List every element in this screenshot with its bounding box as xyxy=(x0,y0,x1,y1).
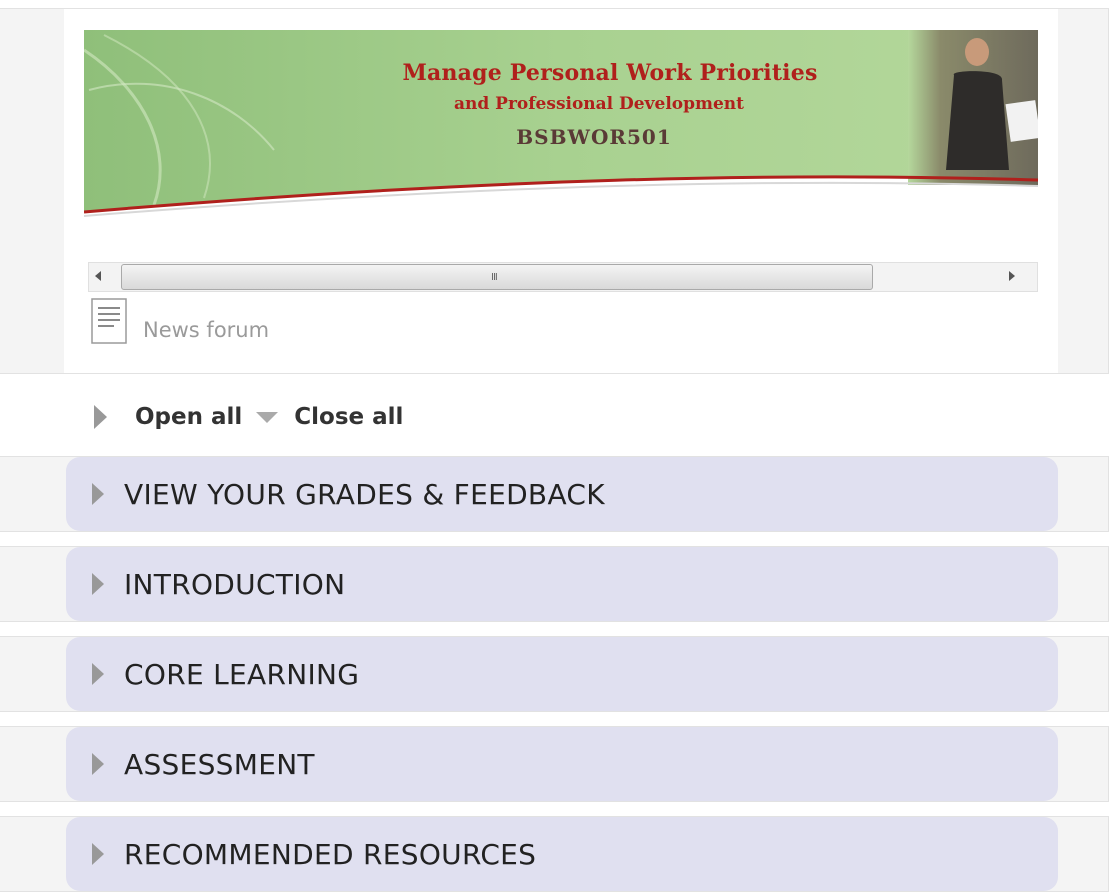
close-all-label: Close all xyxy=(294,404,404,430)
expand-arrow-icon xyxy=(92,573,104,595)
section-row: ASSESSMENT xyxy=(0,726,1109,802)
expand-arrow-icon xyxy=(94,405,107,429)
banner-title: Manage Personal Work Priorities xyxy=(402,60,818,86)
forum-document-icon xyxy=(91,298,127,344)
news-forum-link[interactable]: News forum xyxy=(91,298,269,346)
close-all-button[interactable]: Close all xyxy=(256,404,403,430)
section-title: CORE LEARNING xyxy=(124,657,360,691)
section-toggle[interactable]: RECOMMENDED RESOURCES xyxy=(66,817,1058,891)
banner-course-code: BSBWOR501 xyxy=(516,125,672,149)
expand-arrow-icon xyxy=(92,483,104,505)
section-row: CORE LEARNING xyxy=(0,636,1109,712)
section-row: VIEW YOUR GRADES & FEEDBACK xyxy=(0,456,1109,532)
open-all-label: Open all xyxy=(135,404,243,430)
scroll-left-arrow-icon[interactable] xyxy=(95,271,101,281)
expand-arrow-icon xyxy=(92,843,104,865)
scroll-right-arrow-icon[interactable] xyxy=(1009,271,1015,281)
section-title: ASSESSMENT xyxy=(124,747,315,781)
scrollbar-grip: III xyxy=(491,272,498,283)
expand-arrow-icon xyxy=(92,753,104,775)
section-toggle[interactable]: CORE LEARNING xyxy=(66,637,1058,711)
section-toggle[interactable]: ASSESSMENT xyxy=(66,727,1058,801)
news-forum-label: News forum xyxy=(143,318,270,342)
section-toggle[interactable]: INTRODUCTION xyxy=(66,547,1058,621)
section-title: INTRODUCTION xyxy=(124,567,346,601)
collapse-arrow-icon xyxy=(256,411,279,423)
expand-arrow-icon xyxy=(92,663,104,685)
section-toggles: Open all Close all xyxy=(94,400,403,434)
scrollbar-thumb[interactable]: III xyxy=(121,264,873,290)
open-all-button[interactable]: Open all xyxy=(94,404,242,430)
section-row: RECOMMENDED RESOURCES xyxy=(0,816,1109,892)
section-row: INTRODUCTION xyxy=(0,546,1109,622)
section-toggle[interactable]: VIEW YOUR GRADES & FEEDBACK xyxy=(66,457,1058,531)
banner-subtitle: and Professional Development xyxy=(453,94,745,114)
horizontal-scrollbar[interactable]: III xyxy=(88,262,1038,292)
section-title: RECOMMENDED RESOURCES xyxy=(124,837,537,871)
section-title: VIEW YOUR GRADES & FEEDBACK xyxy=(124,477,605,511)
course-banner: Manage Personal Work Priorities and Prof… xyxy=(84,30,1038,220)
